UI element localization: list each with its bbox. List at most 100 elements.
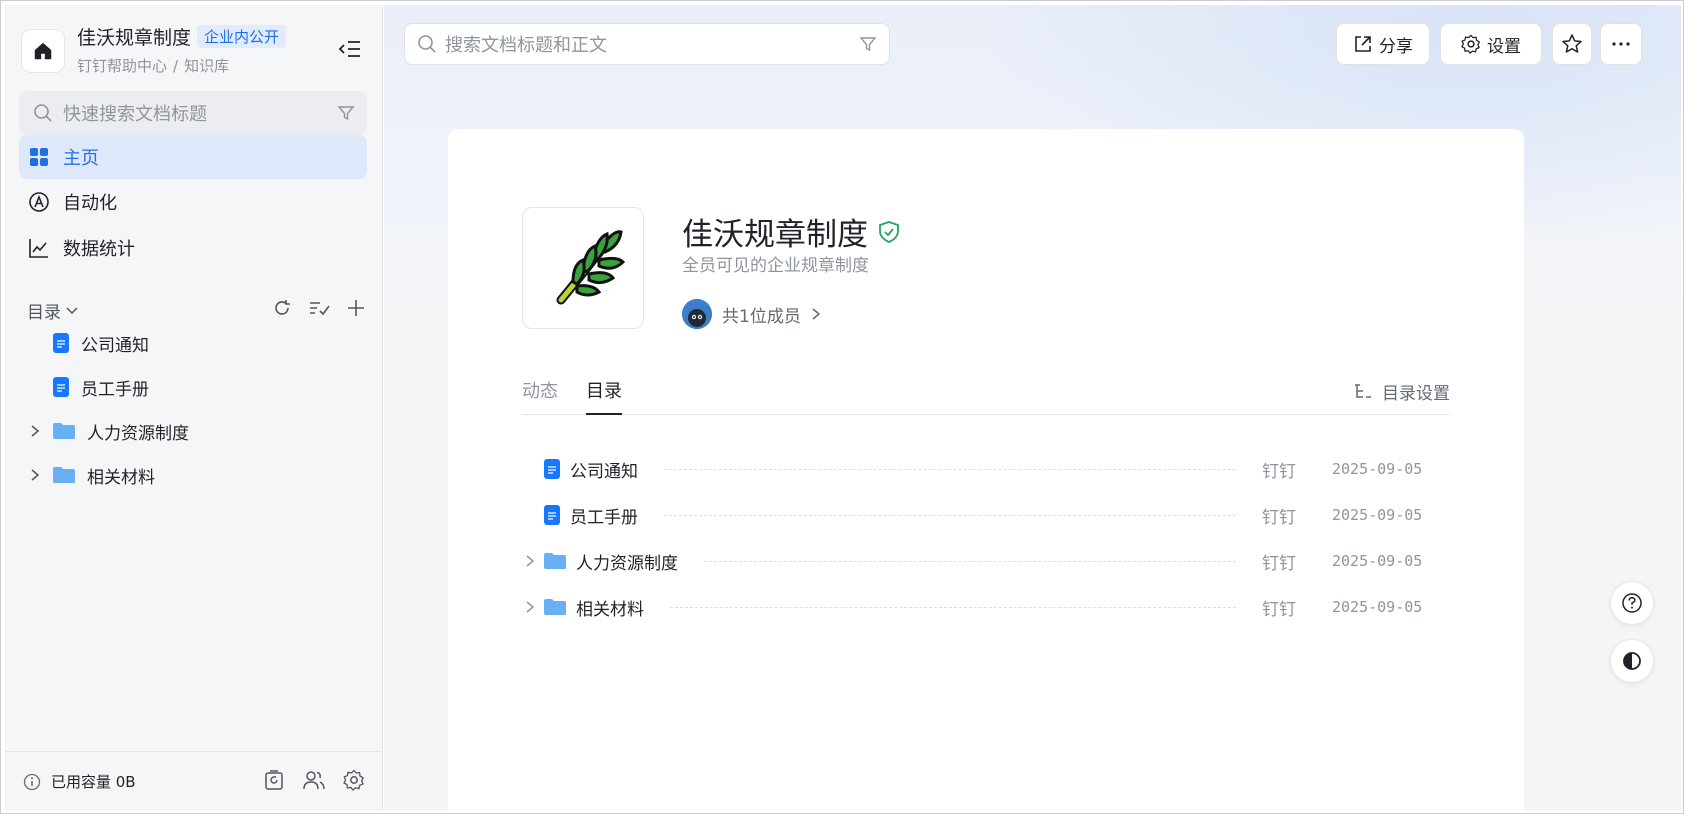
chevron-right-icon[interactable]	[27, 424, 43, 438]
leaf-icon	[556, 230, 625, 305]
share-label: 分享	[1379, 36, 1413, 57]
home-icon	[34, 42, 52, 60]
sidebar-footer: 已用容量 0B	[5, 751, 383, 811]
app-window: 佳沃规章制度 企业内公开 钉钉帮助中心 / 知识库 快速搜索文档标题 主页 自动化 数…	[0, 0, 1684, 814]
folder-icon	[544, 598, 566, 616]
sidebar-item-home[interactable]: 主页	[19, 135, 367, 179]
kb-title: 佳沃规章制度 企业内公开	[77, 23, 287, 50]
row-date: 2025-09-05	[1332, 506, 1423, 524]
main-content: 搜索文档标题和正文 分享 设置 佳沃规章制度 全员可见的企业规章制度 共1位成员…	[384, 5, 1681, 811]
chevron-right-icon[interactable]	[522, 554, 538, 568]
row-leader-line	[704, 560, 1236, 562]
document-icon	[53, 377, 69, 397]
sidebar-search-input[interactable]: 快速搜索文档标题	[19, 91, 367, 135]
share-button[interactable]: 分享	[1336, 23, 1430, 65]
document-icon	[53, 333, 69, 353]
recycle-bin-icon[interactable]	[263, 769, 285, 795]
toc-row[interactable]: 公司通知 钉钉 2025-09-05	[522, 447, 1450, 491]
capacity-text: 已用容量 0B	[51, 773, 136, 791]
toc-settings-button[interactable]: 目录设置	[1354, 379, 1450, 404]
kb-tabs: 动态 目录 目录设置	[522, 375, 1450, 415]
kb-title-text: 佳沃规章制度	[77, 27, 192, 49]
avatar	[682, 299, 712, 329]
sidebar-item-stats[interactable]: 数据统计	[19, 226, 367, 270]
tree-item-label: 公司通知	[81, 335, 149, 356]
row-name: 相关材料	[576, 599, 644, 620]
more-button[interactable]	[1600, 23, 1642, 65]
doc-search-input[interactable]: 搜索文档标题和正文	[404, 23, 890, 65]
toc-row[interactable]: 相关材料 钉钉 2025-09-05	[522, 585, 1450, 629]
folder-icon	[53, 422, 75, 440]
tab-toc[interactable]: 目录	[586, 377, 622, 415]
members-text: 共1位成员	[722, 306, 801, 327]
row-date: 2025-09-05	[1332, 460, 1423, 478]
kb-card: 佳沃规章制度 全员可见的企业规章制度 共1位成员 动态 目录 目录设置 公司通知…	[448, 129, 1524, 811]
collapse-sidebar-icon	[338, 41, 360, 57]
home-button[interactable]	[21, 29, 65, 73]
gear-icon	[1461, 34, 1480, 54]
sidebar-item-label: 自动化	[63, 193, 117, 214]
share-icon	[1355, 36, 1371, 52]
collapse-sidebar-button[interactable]	[336, 35, 364, 63]
tree-item-employee-handbook[interactable]: 员工手册	[19, 367, 367, 407]
row-date: 2025-09-05	[1332, 598, 1423, 616]
refresh-icon[interactable]	[272, 298, 292, 322]
gear-icon[interactable]	[343, 769, 365, 795]
verified-shield-icon	[879, 220, 899, 243]
info-icon[interactable]	[23, 773, 41, 791]
toc-row[interactable]: 员工手册 钉钉 2025-09-05	[522, 493, 1450, 537]
settings-button[interactable]: 设置	[1440, 23, 1542, 65]
automation-icon	[27, 190, 51, 214]
theme-toggle-button[interactable]	[1610, 639, 1654, 683]
row-name: 人力资源制度	[576, 553, 678, 574]
tree-item-label: 人力资源制度	[87, 423, 189, 444]
row-leader-line	[664, 468, 1236, 470]
help-button[interactable]	[1610, 581, 1654, 625]
tab-activity[interactable]: 动态	[522, 377, 558, 415]
tree-item-related-materials[interactable]: 相关材料	[19, 455, 367, 495]
row-owner: 钉钉	[1262, 507, 1296, 528]
toc-header: 目录	[27, 295, 366, 325]
visibility-badge: 企业内公开	[197, 25, 287, 48]
breadcrumb-item[interactable]: 钉钉帮助中心	[77, 57, 167, 75]
toc-row[interactable]: 人力资源制度 钉钉 2025-09-05	[522, 539, 1450, 583]
search-icon	[417, 34, 437, 54]
folder-icon	[544, 552, 566, 570]
grid-icon	[27, 145, 51, 169]
document-icon	[544, 505, 560, 525]
add-icon[interactable]	[346, 298, 366, 322]
favorite-button[interactable]	[1552, 23, 1592, 65]
tree-item-label: 相关材料	[87, 467, 155, 488]
toc-actions	[272, 298, 366, 322]
chevron-right-icon[interactable]	[27, 468, 43, 482]
chart-icon	[27, 236, 51, 260]
doc-search-placeholder: 搜索文档标题和正文	[445, 35, 607, 56]
members-icon[interactable]	[303, 769, 325, 795]
filter-icon[interactable]	[859, 35, 877, 53]
chevron-right-icon[interactable]	[522, 600, 538, 614]
sidebar-item-label: 数据统计	[63, 239, 135, 260]
settings-label: 设置	[1487, 36, 1521, 57]
question-icon	[1622, 593, 1642, 613]
filter-icon[interactable]	[337, 104, 355, 122]
sort-icon[interactable]	[308, 298, 330, 322]
sidebar-item-label: 主页	[63, 148, 99, 169]
sidebar-item-automation[interactable]: 自动化	[19, 180, 367, 224]
toc-label[interactable]: 目录	[27, 298, 61, 323]
tree-item-hr-policy[interactable]: 人力资源制度	[19, 411, 367, 451]
breadcrumb-item[interactable]: 知识库	[184, 57, 229, 75]
row-owner: 钉钉	[1262, 599, 1296, 620]
tree-item-company-notice[interactable]: 公司通知	[19, 323, 367, 363]
breadcrumb: 钉钉帮助中心 / 知识库	[77, 55, 229, 76]
breadcrumb-separator: /	[173, 57, 179, 75]
members-link[interactable]: 共1位成员	[682, 299, 821, 329]
tree-settings-icon	[1355, 383, 1371, 398]
chevron-down-icon[interactable]	[65, 303, 79, 317]
sidebar: 佳沃规章制度 企业内公开 钉钉帮助中心 / 知识库 快速搜索文档标题 主页 自动化 数…	[5, 5, 383, 811]
row-name: 员工手册	[570, 507, 638, 528]
row-owner: 钉钉	[1262, 553, 1296, 574]
contrast-icon	[1623, 652, 1641, 670]
star-icon	[1562, 34, 1582, 53]
folder-icon	[53, 466, 75, 484]
document-icon	[544, 459, 560, 479]
